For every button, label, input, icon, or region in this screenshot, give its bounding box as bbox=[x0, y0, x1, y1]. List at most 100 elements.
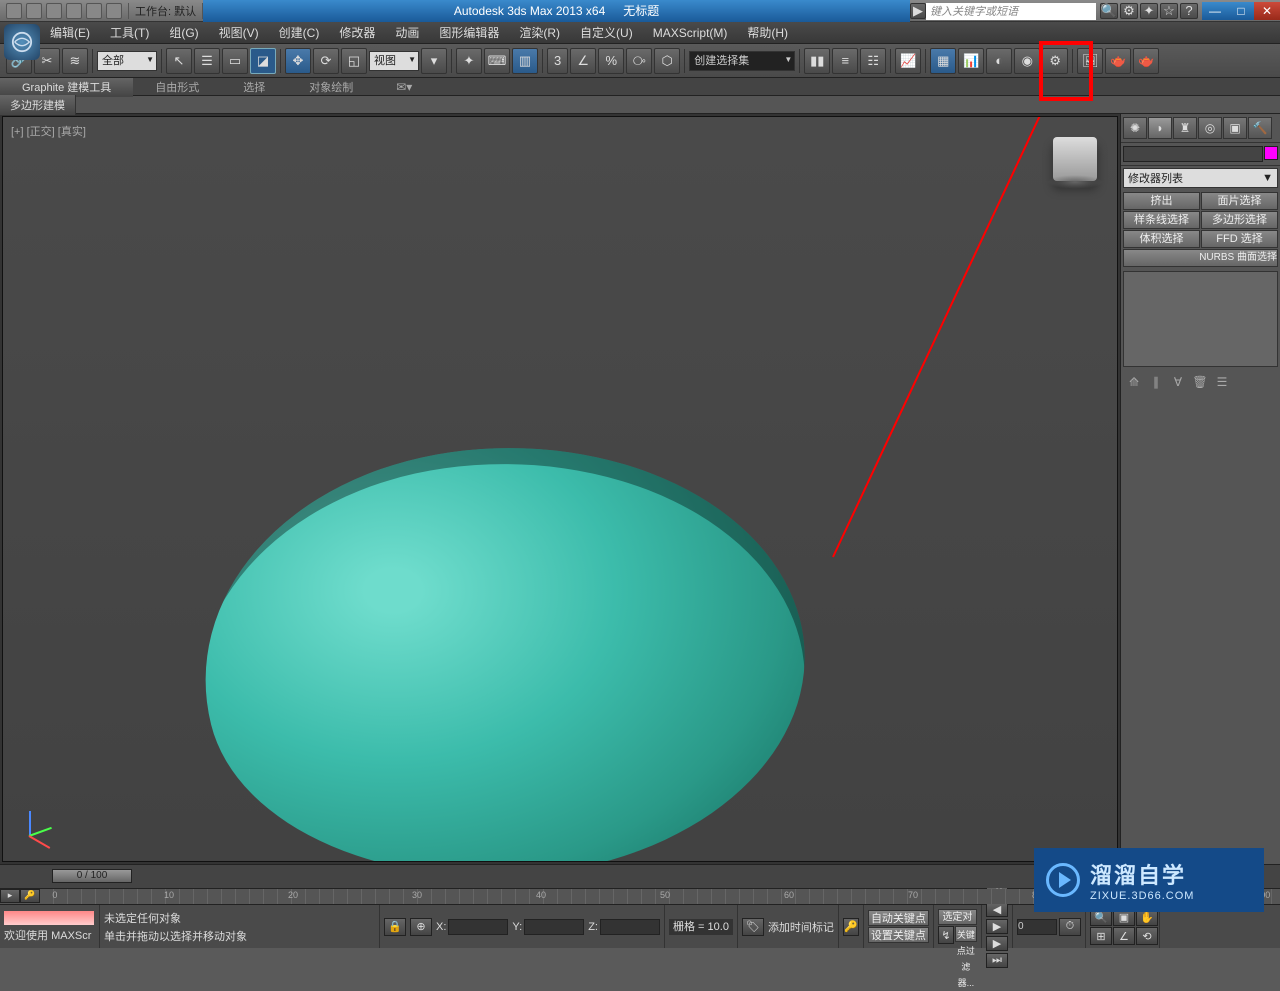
coord-z-input[interactable] bbox=[600, 919, 660, 935]
cp-hierarchy-icon[interactable]: ♜ bbox=[1173, 117, 1197, 139]
redo-icon[interactable] bbox=[86, 3, 102, 19]
scale-icon[interactable]: ◱ bbox=[341, 48, 367, 74]
render-prod-icon[interactable]: 🫖 bbox=[1105, 48, 1131, 74]
menu-modifiers[interactable]: 修改器 bbox=[331, 22, 383, 43]
align-icon[interactable]: ≡ bbox=[832, 48, 858, 74]
ortho-snap-icon[interactable]: ⬡ bbox=[654, 48, 680, 74]
menu-tools[interactable]: 工具(T) bbox=[102, 22, 157, 43]
zoom-all-icon[interactable]: ⊞ bbox=[1090, 927, 1112, 945]
selection-filter[interactable]: 全部 bbox=[97, 51, 157, 71]
viewport-label[interactable]: [+] [正交] [真实] bbox=[11, 123, 86, 139]
menu-animation[interactable]: 动画 bbox=[387, 22, 427, 43]
show-end-icon[interactable]: ∥ bbox=[1147, 373, 1165, 391]
menu-edit[interactable]: 编辑(E) bbox=[42, 22, 98, 43]
help-search[interactable]: 键入关键字或短语 bbox=[926, 3, 1096, 20]
auto-key-button[interactable]: 自动关键点 bbox=[868, 910, 929, 926]
fov-icon[interactable]: ∠ bbox=[1113, 927, 1135, 945]
open-icon[interactable] bbox=[26, 3, 42, 19]
select-icon[interactable]: ↖ bbox=[166, 48, 192, 74]
layers-icon[interactable]: ☷ bbox=[860, 48, 886, 74]
ribbon-collapse-icon[interactable]: ✉▾ bbox=[395, 78, 413, 96]
ribbon-tab-graphite[interactable]: Graphite 建模工具 bbox=[0, 77, 133, 97]
mod-extrude[interactable]: 挤出 bbox=[1123, 192, 1200, 210]
cp-display-icon[interactable]: ▣ bbox=[1223, 117, 1247, 139]
viewcube-icon[interactable] bbox=[1053, 137, 1097, 181]
object-name-field[interactable] bbox=[1123, 146, 1263, 162]
track-expand-icon[interactable]: ▸ bbox=[0, 889, 20, 903]
close-button[interactable]: ✕ bbox=[1254, 2, 1280, 20]
iso-sel-icon[interactable]: ⊕ bbox=[410, 918, 432, 936]
pivot-icon[interactable]: ▾ bbox=[421, 48, 447, 74]
coord-x-input[interactable] bbox=[448, 919, 508, 935]
percent-snap-icon[interactable]: % bbox=[598, 48, 624, 74]
mod-vol-select[interactable]: 体积选择 bbox=[1123, 230, 1200, 248]
orbit-icon[interactable]: ⟲ bbox=[1136, 927, 1158, 945]
keyboard-icon[interactable]: ⌨ bbox=[484, 48, 510, 74]
named-sel-icon[interactable]: ▥ bbox=[512, 48, 538, 74]
menu-maxscript[interactable]: MAXScript(M) bbox=[645, 24, 736, 42]
community-icon[interactable]: ⚙ bbox=[1120, 3, 1138, 19]
mirror-icon[interactable]: ▮▮ bbox=[804, 48, 830, 74]
menu-rendering[interactable]: 渲染(R) bbox=[511, 22, 568, 43]
add-time-tag[interactable]: 添加时间标记 bbox=[768, 919, 834, 935]
cp-modify-icon[interactable]: ◗ bbox=[1148, 117, 1172, 139]
current-frame-input[interactable] bbox=[1017, 919, 1057, 935]
key-filter-button[interactable]: 关键点过滤器... bbox=[955, 926, 977, 942]
cp-motion-icon[interactable]: ◎ bbox=[1198, 117, 1222, 139]
menu-create[interactable]: 创建(C) bbox=[271, 22, 328, 43]
object-color-swatch[interactable] bbox=[1264, 146, 1278, 160]
favorite-icon[interactable]: ☆ bbox=[1160, 3, 1178, 19]
cp-create-icon[interactable]: ✺ bbox=[1123, 117, 1147, 139]
rotate-icon[interactable]: ⟳ bbox=[313, 48, 339, 74]
coord-y-input[interactable] bbox=[524, 919, 584, 935]
binocular-icon[interactable]: 🔍 bbox=[1100, 3, 1118, 19]
bind-tool-icon[interactable]: ≋ bbox=[62, 48, 88, 74]
app-logo[interactable] bbox=[4, 24, 40, 60]
mod-ffd-select[interactable]: FFD 选择 bbox=[1201, 230, 1278, 248]
select-name-icon[interactable]: ☰ bbox=[194, 48, 220, 74]
search-left-icon[interactable]: ▶ bbox=[910, 3, 926, 19]
ribbon-poly-model[interactable]: 多边形建模 bbox=[0, 95, 76, 115]
move-icon[interactable]: ✥ bbox=[285, 48, 311, 74]
angle-snap-icon[interactable]: ∠ bbox=[570, 48, 596, 74]
ribbon-tab-selection[interactable]: 选择 bbox=[221, 77, 287, 97]
exchange-icon[interactable]: ✦ bbox=[1140, 3, 1158, 19]
material-editor-icon[interactable]: ◐ bbox=[986, 48, 1012, 74]
mod-nurbs-select[interactable]: NURBS 曲面选择 bbox=[1123, 249, 1278, 267]
schematic-icon[interactable]: ▦ bbox=[930, 48, 956, 74]
select-region-icon[interactable]: ▭ bbox=[222, 48, 248, 74]
make-unique-icon[interactable]: ∀ bbox=[1169, 373, 1187, 391]
pin-stack-icon[interactable]: ⟰ bbox=[1125, 373, 1143, 391]
maximize-button[interactable]: □ bbox=[1228, 2, 1254, 20]
link-icon[interactable] bbox=[106, 3, 122, 19]
script-rec-bar[interactable] bbox=[4, 911, 94, 925]
remove-mod-icon[interactable]: 🗑 bbox=[1191, 373, 1209, 391]
configure-icon[interactable]: ☰ bbox=[1213, 373, 1231, 391]
mod-patch-select[interactable]: 面片选择 bbox=[1201, 192, 1278, 210]
viewport[interactable]: [+] [正交] [真实] bbox=[2, 116, 1118, 862]
ribbon-tab-paint[interactable]: 对象绘制 bbox=[287, 77, 375, 97]
ref-coord[interactable]: 视图 bbox=[369, 51, 419, 71]
key-large-icon[interactable]: 🔑 bbox=[843, 918, 859, 936]
minimize-button[interactable]: — bbox=[1202, 2, 1228, 20]
menu-grapheditors[interactable]: 图形编辑器 bbox=[431, 22, 507, 43]
prev-frame-icon[interactable]: ◀ bbox=[986, 902, 1008, 917]
render-iter-icon[interactable]: 🫖 bbox=[1133, 48, 1159, 74]
new-icon[interactable] bbox=[6, 3, 22, 19]
next-frame-icon[interactable]: ▶ bbox=[986, 936, 1008, 951]
tool-a-icon[interactable]: ◉ bbox=[1014, 48, 1040, 74]
undo-icon[interactable] bbox=[66, 3, 82, 19]
lock-sel-icon[interactable]: 🔒 bbox=[384, 918, 406, 936]
key-mode-icon[interactable]: ↯ bbox=[938, 926, 954, 944]
menu-group[interactable]: 组(G) bbox=[161, 22, 206, 43]
manip-icon[interactable]: ✦ bbox=[456, 48, 482, 74]
time-slider[interactable]: 0 / 100 bbox=[52, 869, 132, 883]
timetag-icon[interactable]: 🏷 bbox=[742, 918, 764, 936]
track-key-icon[interactable]: 🔑 bbox=[20, 889, 40, 903]
ribbon-tab-freeform[interactable]: 自由形式 bbox=[133, 77, 221, 97]
curve-editor-icon[interactable]: 📈 bbox=[895, 48, 921, 74]
window-crossing-icon[interactable]: ◪ bbox=[250, 48, 276, 74]
cp-utilities-icon[interactable]: 🔨 bbox=[1248, 117, 1272, 139]
mod-spline-select[interactable]: 样条线选择 bbox=[1123, 211, 1200, 229]
goto-end-icon[interactable]: ⏭ bbox=[986, 953, 1008, 968]
